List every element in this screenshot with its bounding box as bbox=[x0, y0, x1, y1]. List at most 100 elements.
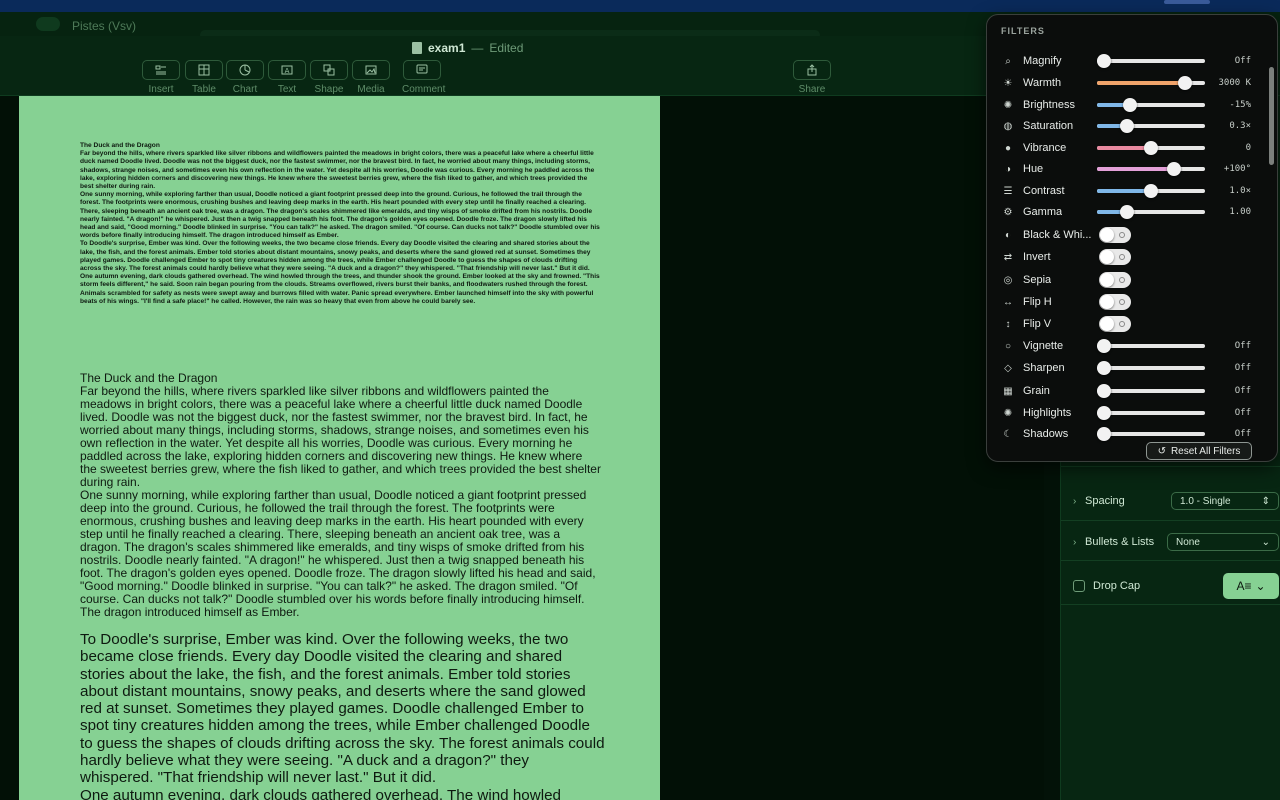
insert-button[interactable]: Insert bbox=[141, 60, 181, 95]
filter-slider[interactable] bbox=[1097, 98, 1205, 112]
filter-slider[interactable] bbox=[1097, 361, 1205, 375]
chevron-right-icon: › bbox=[1073, 495, 1077, 507]
slider-knob[interactable] bbox=[1097, 406, 1111, 420]
filter-slider[interactable] bbox=[1097, 427, 1205, 441]
insert-icon bbox=[155, 65, 166, 75]
document-title: exam1 — Edited bbox=[412, 41, 523, 55]
menu-bar bbox=[0, 0, 1280, 12]
spacing-label: Spacing bbox=[1085, 495, 1125, 507]
drop-cap-label: Drop Cap bbox=[1093, 580, 1141, 592]
slider-knob[interactable] bbox=[1119, 205, 1134, 219]
document-status: Edited bbox=[489, 41, 524, 55]
slider-knob[interactable] bbox=[1123, 98, 1138, 112]
filter-label: Sharpen bbox=[1023, 362, 1065, 374]
background-window-control[interactable] bbox=[36, 17, 60, 31]
paragraph: Far beyond the hills, where rivers spark… bbox=[80, 384, 601, 489]
small-text-block[interactable]: The Duck and the Dragon Far beyond the hi… bbox=[80, 142, 600, 306]
slider-fill bbox=[1097, 81, 1190, 85]
filter-row-contrast: ☰ Contrast 1.0× bbox=[1001, 181, 1263, 201]
text-button[interactable]: A Text bbox=[267, 60, 307, 95]
filter-value: Off bbox=[1234, 363, 1251, 373]
filter-label: Magnify bbox=[1023, 55, 1062, 67]
spacing-row[interactable]: › Spacing 1.0 - Single ⇕ bbox=[1073, 489, 1279, 513]
reset-all-filters-button[interactable]: ↺ Reset All Filters bbox=[1146, 442, 1252, 460]
filter-value: Off bbox=[1234, 341, 1251, 351]
table-button[interactable]: Table bbox=[184, 60, 224, 95]
filter-toggle[interactable] bbox=[1099, 227, 1131, 243]
slider-fill bbox=[1097, 146, 1151, 150]
filter-slider[interactable] bbox=[1097, 119, 1205, 133]
toggle-off-indicator bbox=[1119, 232, 1125, 238]
comment-button[interactable]: Comment bbox=[402, 60, 445, 95]
filter-value: +100° bbox=[1223, 164, 1251, 174]
shape-button[interactable]: Shape bbox=[309, 60, 349, 95]
invert-icon: ⇄ bbox=[1003, 251, 1013, 263]
reset-icon: ↺ bbox=[1157, 445, 1166, 457]
bullets-row[interactable]: › Bullets & Lists None ⌄ bbox=[1073, 530, 1279, 554]
filter-toggle[interactable] bbox=[1099, 294, 1131, 310]
slider-knob[interactable] bbox=[1097, 384, 1111, 398]
document-canvas[interactable]: The Duck and the Dragon Far beyond the hi… bbox=[0, 96, 1044, 800]
slider-fill bbox=[1097, 189, 1151, 193]
toggle-off-indicator bbox=[1119, 299, 1125, 305]
filter-row-flip-h: ↔ Flip H bbox=[1001, 292, 1263, 312]
filter-row-vignette: ○ Vignette Off bbox=[1001, 336, 1263, 356]
filter-slider[interactable] bbox=[1097, 406, 1205, 420]
paragraph: Far beyond the hills, where rivers spark… bbox=[80, 150, 595, 191]
slider-knob[interactable] bbox=[1166, 162, 1181, 176]
slider-knob[interactable] bbox=[1144, 184, 1158, 198]
popover-scrollbar[interactable] bbox=[1269, 67, 1274, 165]
filter-label: Saturation bbox=[1023, 120, 1074, 132]
filter-toggle[interactable] bbox=[1099, 249, 1131, 265]
inspector-divider bbox=[1061, 560, 1280, 561]
grain-icon: ▦ bbox=[1003, 385, 1013, 397]
chart-button[interactable]: Chart bbox=[225, 60, 265, 95]
filter-toggle[interactable] bbox=[1099, 316, 1131, 332]
filter-value: Off bbox=[1234, 56, 1251, 66]
slider-knob[interactable] bbox=[1144, 141, 1158, 155]
share-button[interactable]: Share bbox=[792, 60, 832, 95]
drop-cap-checkbox[interactable] bbox=[1073, 580, 1085, 592]
filter-toggle[interactable] bbox=[1099, 272, 1131, 288]
document-page[interactable]: The Duck and the Dragon Far beyond the hi… bbox=[19, 96, 660, 800]
filter-slider[interactable] bbox=[1097, 54, 1205, 68]
drop-cap-style-button[interactable]: A≡ ⌄ bbox=[1223, 573, 1279, 599]
filter-row-vibrance: ● Vibrance 0 bbox=[1001, 138, 1263, 158]
filter-slider[interactable] bbox=[1097, 76, 1205, 90]
filter-value: Off bbox=[1234, 429, 1251, 439]
palette-icon: ◍ bbox=[1003, 120, 1013, 132]
table-icon bbox=[198, 64, 210, 76]
media-icon bbox=[365, 65, 377, 75]
toggle-knob bbox=[1100, 273, 1114, 287]
filter-label: Gamma bbox=[1023, 206, 1063, 218]
filter-slider[interactable] bbox=[1097, 162, 1205, 176]
filter-slider[interactable] bbox=[1097, 141, 1205, 155]
filter-slider[interactable] bbox=[1097, 205, 1205, 219]
spacing-value: 1.0 - Single bbox=[1180, 495, 1231, 507]
drop-cap-preview-icon: A≡ bbox=[1236, 579, 1252, 593]
flip-h-icon: ↔ bbox=[1003, 296, 1013, 308]
drop-cap-row[interactable]: Drop Cap A≡ ⌄ bbox=[1073, 572, 1279, 600]
slider-knob[interactable] bbox=[1097, 361, 1111, 375]
filter-row-sharpen: ◇ Sharpen Off bbox=[1001, 358, 1263, 378]
filter-row-highlights: ✺ Highlights Off bbox=[1001, 403, 1263, 423]
shape-icon bbox=[323, 64, 335, 76]
filter-value: 0 bbox=[1245, 143, 1251, 153]
large-text-block[interactable]: To Doodle's surprise, Ember was kind. Ov… bbox=[80, 631, 605, 800]
document-filename: exam1 bbox=[428, 41, 466, 55]
media-button[interactable]: Media bbox=[351, 60, 391, 95]
slider-knob[interactable] bbox=[1097, 54, 1111, 68]
inspector-divider bbox=[1061, 520, 1280, 521]
slider-knob[interactable] bbox=[1097, 427, 1111, 441]
slider-knob[interactable] bbox=[1097, 339, 1111, 353]
filter-slider[interactable] bbox=[1097, 384, 1205, 398]
bullets-select[interactable]: None ⌄ bbox=[1167, 533, 1279, 551]
media-label: Media bbox=[357, 84, 385, 95]
medium-text-block[interactable]: The Duck and the Dragon Far beyond the hi… bbox=[80, 372, 602, 619]
filter-slider[interactable] bbox=[1097, 339, 1205, 353]
spacing-select[interactable]: 1.0 - Single ⇕ bbox=[1171, 492, 1279, 510]
filter-slider[interactable] bbox=[1097, 184, 1205, 198]
menubar-status-item[interactable] bbox=[1164, 0, 1210, 4]
slider-knob[interactable] bbox=[1119, 119, 1134, 133]
slider-knob[interactable] bbox=[1177, 76, 1192, 90]
